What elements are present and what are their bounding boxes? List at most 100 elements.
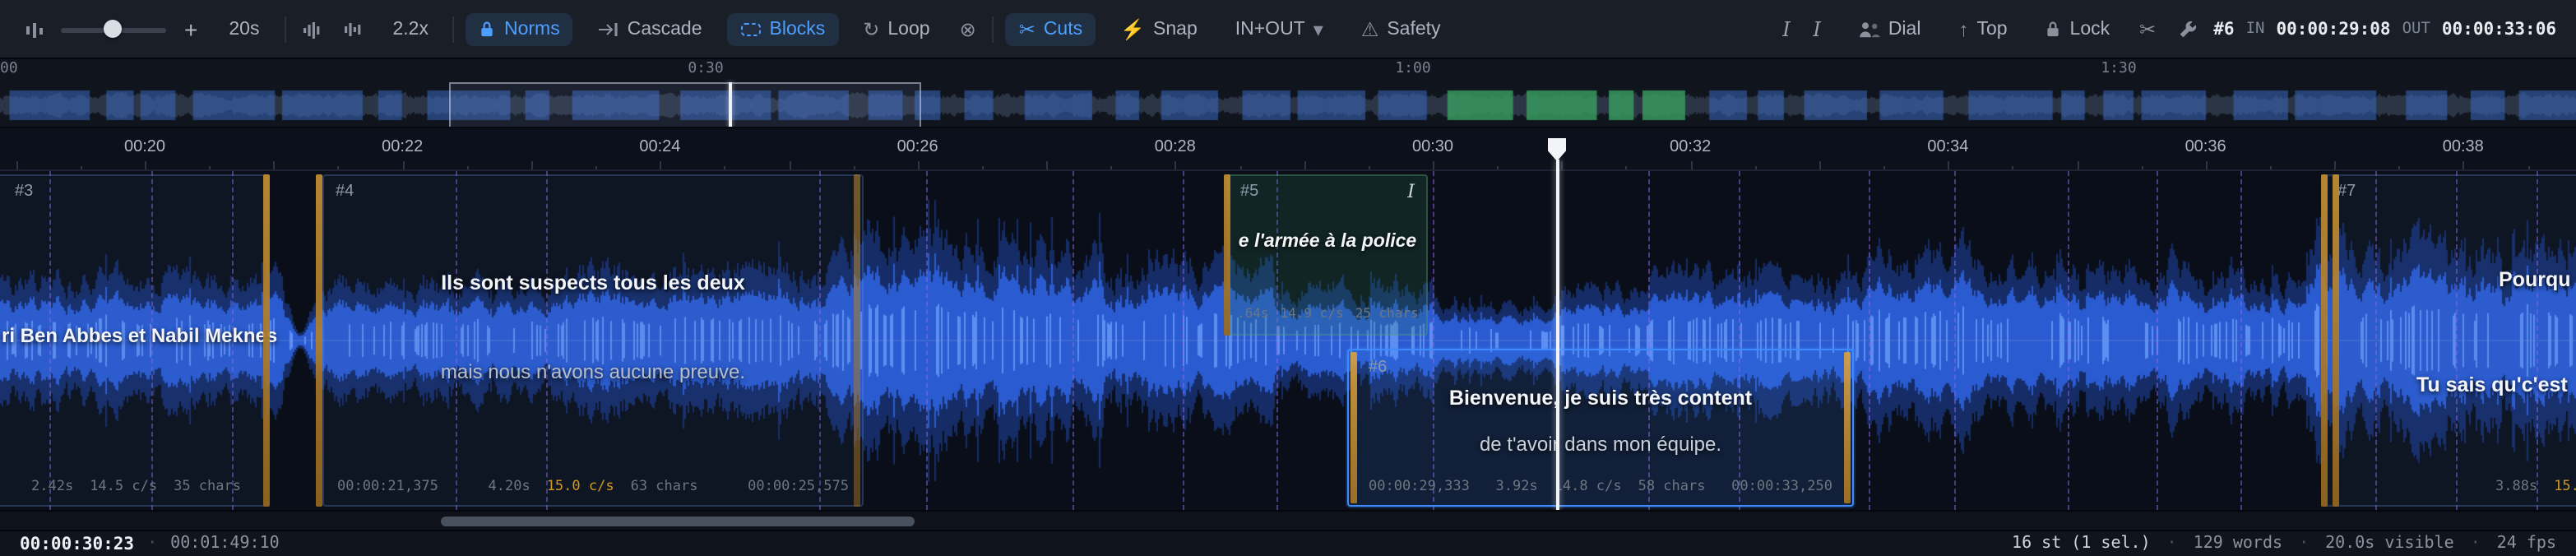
- ruler-tick: [2141, 165, 2143, 169]
- ruler-tick: [725, 165, 726, 169]
- block-edge-handle[interactable]: [1224, 174, 1230, 336]
- dial-button[interactable]: Dial: [1846, 12, 1934, 45]
- overview-playhead[interactable]: [729, 82, 732, 128]
- block-edge-handle[interactable]: [316, 174, 322, 507]
- ruler-tick: [145, 161, 146, 169]
- top-button[interactable]: ↑ Top: [1945, 12, 2020, 45]
- overview-ruler: 0:000:301:001:30: [0, 61, 2576, 82]
- ruler-tick: [402, 161, 404, 169]
- blocks-icon: [740, 21, 762, 37]
- subtitle-text-line1: Bienvenue, je suis très content: [1449, 387, 1752, 410]
- visible-window-box[interactable]: [449, 82, 921, 128]
- cut-marker: [1183, 171, 1184, 510]
- zoom-in-button[interactable]: +: [178, 17, 204, 40]
- timeline-ruler[interactable]: 00:2000:2200:2400:2600:2800:3000:3200:34…: [0, 128, 2576, 171]
- loop-button[interactable]: ↻ Loop: [850, 12, 943, 45]
- waveform-scrub-icon[interactable]: [297, 14, 327, 44]
- subtitle-block-5[interactable]: #5 I e l'armée à la police .64s 14.9 c/s…: [1227, 174, 1428, 336]
- ruler-tick: [1883, 165, 1885, 169]
- app-window: + 20s 2.2x Norms Cascade Blocks: [0, 0, 2576, 556]
- ruler-tick: [1304, 161, 1305, 169]
- ruler-tick-label: 00:22: [382, 138, 423, 156]
- blocks-button[interactable]: Blocks: [727, 12, 839, 45]
- playback-rate-label[interactable]: 2.2x: [379, 12, 442, 45]
- lock-button[interactable]: Lock: [2032, 12, 2124, 45]
- subtitle-block-7[interactable]: #7 Pourqu Tu sais qu'c'est 3.88s 15.: [2324, 174, 2576, 507]
- cut-marker: [1073, 171, 1074, 510]
- waveform-speed-icon[interactable]: [338, 14, 368, 44]
- ruler-tick-label: 00:30: [1412, 138, 1453, 156]
- zoom-slider-knob[interactable]: [104, 19, 122, 37]
- ruler-tick: [2270, 165, 2272, 169]
- ruler-tick: [1497, 165, 1499, 169]
- ruler-tick: [531, 161, 533, 169]
- ruler-tick: [1239, 165, 1241, 169]
- toolbar-divider: [284, 16, 285, 42]
- subtitle-block-6-selected[interactable]: #6 Bienvenue, je suis très content de t'…: [1347, 349, 1854, 507]
- zoom-window-label[interactable]: 20s: [215, 12, 272, 45]
- subtitle-block-4[interactable]: #4 Ils sont suspects tous les deux mais …: [322, 174, 864, 507]
- clear-loop-icon[interactable]: ⊗: [955, 14, 981, 44]
- toolbar: + 20s 2.2x Norms Cascade Blocks: [0, 0, 2576, 59]
- block-edge-handle[interactable]: [2321, 174, 2328, 507]
- overview-timeline[interactable]: 0:000:301:001:30: [0, 59, 2576, 128]
- ruler-tick: [1433, 161, 1434, 169]
- total-duration-timecode: 00:01:49:10: [170, 535, 279, 553]
- text-cursor-icons[interactable]: I I: [1777, 14, 1834, 44]
- ruler-tick: [274, 161, 276, 169]
- scrollbar-thumb[interactable]: [441, 517, 915, 526]
- cuts-button[interactable]: ✂ Cuts: [1006, 12, 1096, 45]
- cuts-label: Cuts: [1044, 19, 1082, 39]
- block-edge-handle[interactable]: [2333, 174, 2339, 507]
- ruler-tick: [660, 161, 661, 169]
- cut-marker: [1869, 171, 1870, 510]
- ruler-tick: [338, 165, 340, 169]
- snap-button[interactable]: ⚡ Snap: [1107, 12, 1211, 45]
- toolbar-divider: [993, 16, 994, 42]
- lock-label: Lock: [2070, 19, 2110, 39]
- playhead[interactable]: [1556, 160, 1559, 510]
- overview-strip[interactable]: [0, 82, 2576, 128]
- ruler-tick: [16, 161, 17, 169]
- char-count: 58 chars: [1638, 479, 1706, 495]
- char-count: 35 chars: [174, 479, 241, 495]
- waveform-timeline[interactable]: 00:2000:2200:2400:2600:2800:3000:3200:34…: [0, 128, 2576, 510]
- block-edge-handle[interactable]: [854, 174, 860, 507]
- split-scissors-icon[interactable]: ✂: [2134, 14, 2161, 44]
- loop-icon: ↻: [863, 19, 879, 39]
- duration-value: 4.20s: [489, 479, 530, 495]
- cps-value: 14.5 c/s: [90, 479, 157, 495]
- tools-wrench-icon[interactable]: [2172, 14, 2202, 44]
- subtitle-stats-row: 00:00:21,375 4.20s 15.0 c/s 63 chars 00:…: [337, 479, 849, 495]
- lock-icon: [2046, 20, 2062, 38]
- overview-tick-label: 1:30: [2101, 61, 2136, 77]
- ruler-tick: [1948, 161, 1949, 169]
- ruler-tick: [1046, 161, 1048, 169]
- ruler-tick: [81, 165, 82, 169]
- audio-meter-icon[interactable]: [20, 14, 49, 44]
- cut-marker: [1954, 171, 1956, 510]
- cascade-button[interactable]: Cascade: [585, 12, 716, 45]
- in-point-handle[interactable]: [1351, 352, 1357, 503]
- subtitle-block-3[interactable]: #3 ri Ben Abbes et Nabil Meknes 2.42s 14…: [0, 174, 268, 507]
- cut-marker: [2068, 171, 2069, 510]
- subtitle-text-line1: e l'armée à la police: [1239, 232, 1416, 252]
- overview-tick-label: 0:30: [688, 61, 723, 77]
- duration-value: 3.88s: [2495, 479, 2537, 495]
- norms-button[interactable]: Norms: [466, 12, 573, 45]
- chevron-down-icon: ▾: [1313, 19, 1323, 39]
- safety-button[interactable]: ⚠ Safety: [1348, 12, 1454, 45]
- subtitle-number: #6: [1369, 359, 1387, 377]
- warning-icon: ⚠: [1361, 19, 1379, 39]
- ruler-tick: [1690, 161, 1692, 169]
- in-out-dropdown[interactable]: IN+OUT ▾: [1222, 12, 1337, 45]
- subtitle-number: #4: [336, 183, 354, 201]
- out-point-handle[interactable]: [1844, 352, 1851, 503]
- ruler-tick-label: 00:28: [1155, 138, 1196, 156]
- ruler-tick-label: 00:34: [1927, 138, 1968, 156]
- timecode-separator: ·: [147, 535, 157, 553]
- zoom-slider[interactable]: [61, 17, 166, 40]
- block-edge-handle[interactable]: [263, 174, 270, 507]
- subtitle-count: 16 st (1 sel.): [2012, 535, 2151, 553]
- horizontal-scrollbar[interactable]: [0, 510, 2576, 530]
